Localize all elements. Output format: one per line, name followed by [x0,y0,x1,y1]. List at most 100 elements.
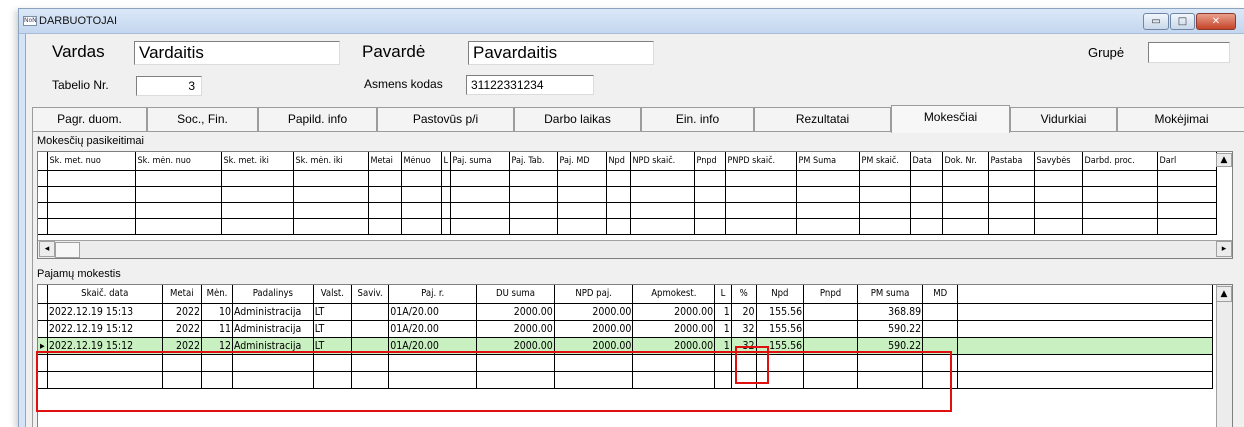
cell-pm-suma[interactable]: 590.22 [857,337,924,355]
vertical-scrollbar[interactable] [1216,285,1232,427]
tab-pagr-duom[interactable]: Pagr. duom. [32,107,147,132]
col-header[interactable] [957,285,1213,304]
cell-valst[interactable]: LT [313,303,353,321]
cell-pnpd[interactable] [803,337,858,355]
cell-percent[interactable]: 32 [731,337,757,355]
tab-ein-info[interactable]: Ein. info [641,107,754,132]
cell-skaic-data[interactable]: 2022.12.19 15:12 [47,337,163,355]
cell-paj-r[interactable]: 01A/20.00 [388,303,478,321]
horizontal-scrollbar[interactable] [38,240,1232,258]
cell-npd-paj[interactable]: 2000.00 [554,303,634,321]
cell-men[interactable]: 11 [201,320,234,338]
col-header[interactable]: Sk. mėn. iki [293,152,369,171]
close-button[interactable]: ✕ [1196,13,1236,30]
col-header[interactable]: PNPD skaič. [725,152,797,171]
cell-du-suma[interactable]: 2000.00 [476,320,555,338]
col-header[interactable]: % [731,285,757,304]
cell-apmokest[interactable]: 2000.00 [632,320,716,338]
cell-extra[interactable] [957,303,1213,321]
col-header[interactable]: Paj. MD [557,152,607,171]
cell-men[interactable]: 12 [201,337,234,355]
cell-pnpd[interactable] [803,303,858,321]
tab-mokejimai[interactable]: Mokėjimai [1117,107,1244,132]
cell-apmokest[interactable]: 2000.00 [632,303,716,321]
col-header[interactable]: NPD paj. [554,285,634,304]
cell-saviv[interactable] [351,303,390,321]
cell-md[interactable] [922,303,959,321]
col-header[interactable]: PM suma [857,285,924,304]
cell-extra[interactable] [957,337,1213,355]
table-row[interactable] [38,170,1217,187]
cell-men[interactable]: 10 [201,303,234,321]
cell-metai[interactable]: 2022 [162,337,202,355]
col-header[interactable]: Sk. met. nuo [47,152,136,171]
cell-paj-r[interactable]: 01A/20.00 [388,320,478,338]
col-header[interactable]: Darl [1157,152,1217,171]
cell-valst[interactable]: LT [313,337,353,355]
cell-l[interactable]: 1 [714,337,732,355]
col-header[interactable]: Sk. mėn. nuo [135,152,222,171]
col-header[interactable]: Paj. suma [450,152,510,171]
col-header[interactable]: Apmokest. [632,285,716,304]
scroll-up-icon[interactable]: ▲ [1216,286,1232,302]
col-header[interactable]: Pastaba [988,152,1035,171]
maximize-button[interactable]: □ [1170,13,1195,30]
cell-paj-r[interactable]: 01A/20.00 [388,337,478,355]
scroll-up-icon[interactable]: ▲ [1216,153,1232,167]
scroll-thumb[interactable] [55,242,80,258]
cell-padalinys[interactable]: Administracija [232,337,314,355]
vardas-field[interactable]: Vardaitis [134,41,340,65]
col-header[interactable]: Paj. Tab. [509,152,558,171]
col-header[interactable]: Npd [606,152,631,171]
income-tax-grid[interactable]: Skaič. data Metai Mėn. Padalinys Valst. … [37,284,1233,427]
tab-papild-info[interactable]: Papild. info [258,107,377,132]
cell-percent[interactable]: 20 [731,303,757,321]
tab-darbo-laikas[interactable]: Darbo laikas [514,107,641,132]
col-header[interactable]: Pnpd [803,285,858,304]
col-header[interactable]: PM skaič. [859,152,911,171]
cell-npd-paj[interactable]: 2000.00 [554,337,634,355]
col-header[interactable]: NPD skaič. [630,152,695,171]
cell-extra[interactable] [957,320,1213,338]
tax-changes-grid[interactable]: Sk. met. nuo Sk. mėn. nuo Sk. met. iki S… [37,151,1233,259]
table-row[interactable] [38,218,1217,235]
cell-saviv[interactable] [351,320,390,338]
tab-vidurkiai[interactable]: Vidurkiai [1010,107,1117,132]
table-row[interactable] [38,354,1213,372]
col-header[interactable]: DU suma [476,285,555,304]
col-header[interactable]: L [714,285,732,304]
scroll-right-icon[interactable]: ▸ [1216,241,1232,257]
table-row[interactable]: 2022.12.19 15:12 2022 11 Administracija … [38,320,1213,338]
col-header[interactable]: Valst. [313,285,353,304]
cell-npd[interactable]: 155.56 [756,320,805,338]
col-header[interactable]: Dok. Nr. [942,152,989,171]
asmens-kodas-field[interactable]: 31122331234 [466,75,594,95]
grupe-field[interactable] [1148,42,1230,63]
col-header[interactable]: Sk. met. iki [221,152,294,171]
tabelio-field[interactable]: 3 [136,76,202,96]
table-row-selected[interactable]: ▸ 2022.12.19 15:12 2022 12 Administracij… [38,337,1213,355]
col-header[interactable]: Metai [162,285,202,304]
cell-skaic-data[interactable]: 2022.12.19 15:12 [47,320,163,338]
col-header[interactable]: Darbd. proc. [1082,152,1158,171]
title-bar[interactable]: NoNO DARBUOTOJAI ▭ □ ✕ [19,9,1244,34]
col-header[interactable]: PM Suma [796,152,860,171]
col-header[interactable]: Mėnuo [401,152,442,171]
cell-npd[interactable]: 155.56 [756,337,805,355]
cell-valst[interactable]: LT [313,320,353,338]
col-header[interactable]: Savybės [1034,152,1083,171]
cell-md[interactable] [922,320,959,338]
cell-npd-paj[interactable]: 2000.00 [554,320,634,338]
cell-l[interactable]: 1 [714,320,732,338]
cell-md[interactable] [922,337,959,355]
table-row[interactable] [38,371,1213,389]
cell-pnpd[interactable] [803,320,858,338]
cell-metai[interactable]: 2022 [162,303,202,321]
cell-saviv[interactable] [351,337,390,355]
scroll-left-icon[interactable]: ◂ [39,241,55,257]
cell-npd[interactable]: 155.56 [756,303,805,321]
col-header[interactable]: MD [922,285,959,304]
cell-pm-suma[interactable]: 590.22 [857,320,924,338]
cell-metai[interactable]: 2022 [162,320,202,338]
cell-padalinys[interactable]: Administracija [232,320,314,338]
